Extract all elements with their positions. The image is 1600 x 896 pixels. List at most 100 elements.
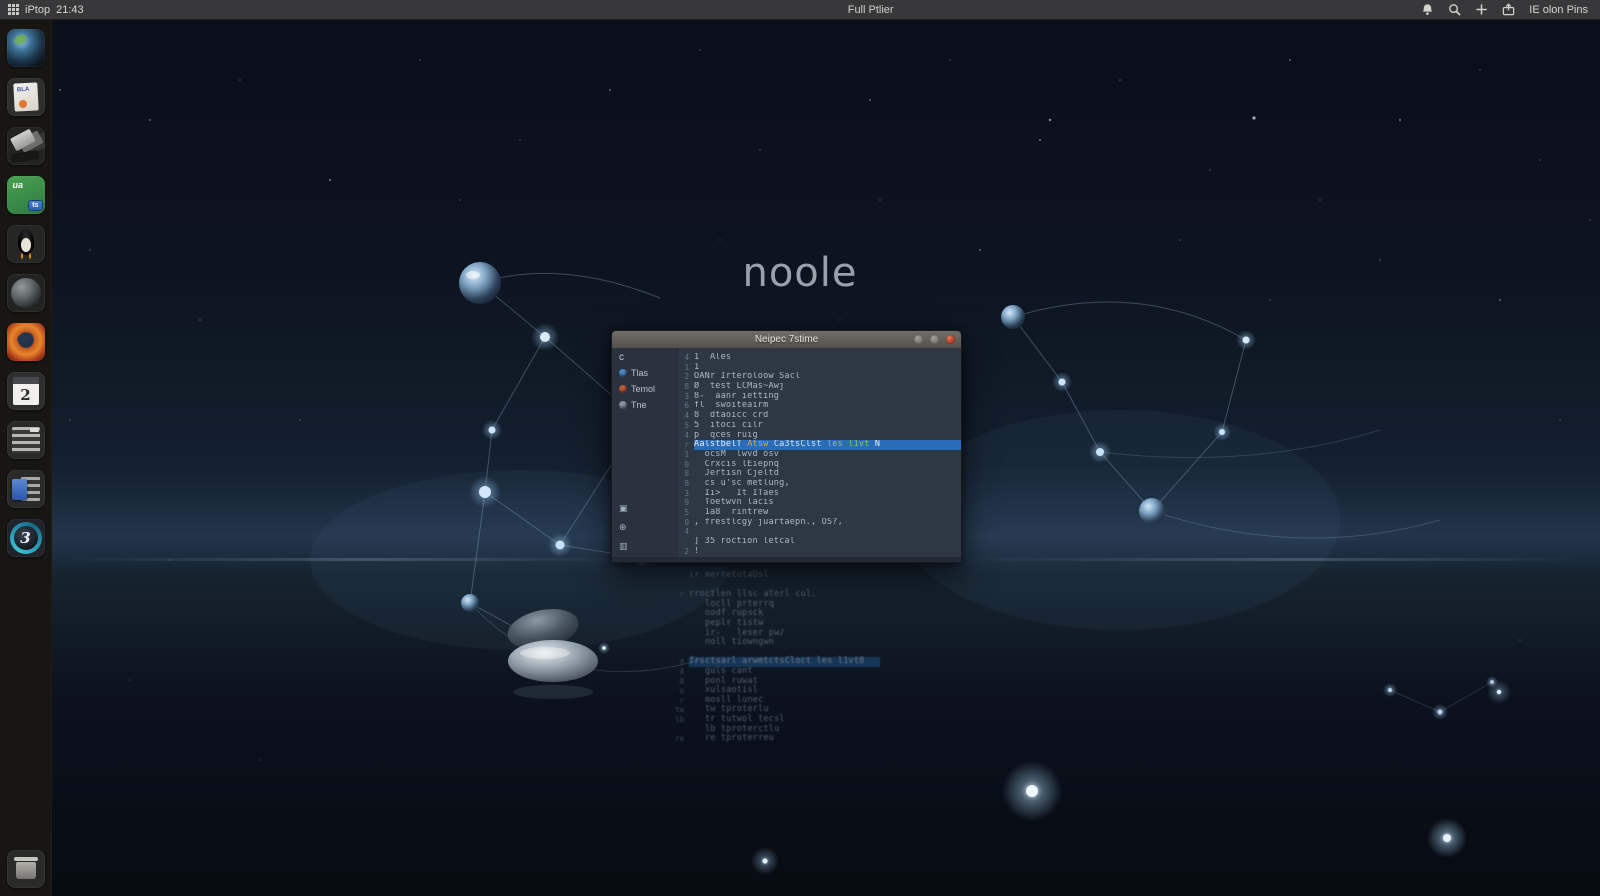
text-editor-icon [6,421,45,459]
back-icon[interactable]: c [619,352,677,363]
code-editor[interactable]: 41 Ales 1 1 2 OANr Irteroloow Sacl 8 Ø test LC… [678,348,961,557]
code-line[interactable]: 11 [680,363,961,373]
close-button[interactable] [946,335,955,344]
topbar-app-name[interactable]: iPtop [25,4,50,16]
line-text: cs u'sc metlung, [694,478,790,488]
reflection-line-number: tw [674,705,684,715]
code-line[interactable]: 0 , frestlcgy juartaepn., OS?, [680,518,961,528]
dev-tool-glyph: ua [12,180,24,190]
columns-icon[interactable]: ▥ [619,541,677,552]
sidebar-item-tne[interactable]: Tne [619,400,677,410]
line-number: 8 [684,382,689,392]
line-text: ] 35 roction letcal [694,537,796,547]
code-line-selected[interactable]: r AalstbelT Atsw Ca3tsClst les l1vt N [680,440,961,450]
reflection-line-number: r [679,590,684,600]
code-line[interactable]: 2 OANr Irteroloow Sacl [680,372,961,382]
reflection-line-text: ir mertetotaUsl [689,570,769,580]
dock-item-sphere-app[interactable] [6,274,45,312]
line-number: 5 [684,508,689,517]
document-app-icon: BLA [6,78,45,116]
bell-icon[interactable] [1421,3,1434,16]
line-number: 0 [684,517,689,527]
app-grid-icon[interactable] [8,4,19,15]
maximize-button[interactable] [930,335,939,344]
flame-orange-icon [619,385,627,393]
code-line[interactable]: 8 cs u'sc metlung, [680,479,961,489]
doc-gray-icon [619,401,627,409]
linux-tux-icon [6,225,45,263]
line-text: 1a8 rintrew [694,508,769,517]
calendar-app-glyph: 2 [20,385,31,404]
code-line[interactable]: 5 5 itoci cilr [680,421,961,431]
code-line[interactable]: 3 Ii> It ITaes [680,489,961,499]
reflection-line: re re tproterreu [672,733,972,744]
window-body: c Tlas Temol Tne ▣ ⊕ ▥ 41 Ales 1 1 2 OANr Irtero… [612,348,961,557]
line-number: 0 [684,459,689,469]
search-icon[interactable] [1448,3,1461,16]
line-text: 5 itoci cilr [694,420,764,430]
code-line[interactable]: 0 Crxcis lEiepnq [680,460,961,470]
line-number: 1 [684,449,689,459]
document-app-glyph: BLA [16,86,29,94]
line-text: 8- aanr ietting [694,391,780,401]
line-text: 8 dtaoicc crd [694,411,769,421]
dock-item-web-browser[interactable] [6,29,45,67]
dock-item-document-app[interactable]: BLA [6,78,45,116]
topbar-title: Full Ptlier [847,3,894,16]
line-number: 6 [684,401,689,411]
dock-item-dev-tool[interactable]: ua ts [6,176,45,214]
reflection-line-number: d [679,657,684,667]
dock-item-calendar-app[interactable]: 2 [6,372,45,410]
editor-window: Neipec 7stime c Tlas Temol Tne ▣ ⊕ ▥ 4 1 Ales… [611,330,962,563]
code-line[interactable]: 2! [680,547,961,557]
code-line[interactable]: 1 ocsM lwvd osv [680,450,961,460]
files-app-icon [6,127,45,165]
sphere-blue-icon [619,369,627,377]
code-line[interactable]: 4 p qces ruig [680,431,961,441]
reflection-line-number: u [679,686,684,696]
dock-item-clock-app[interactable]: 3 [6,519,45,557]
code-line[interactable]: 8 Jertisn Cjeltd [680,469,961,479]
topbar-status-label[interactable]: IE olon Pins [1529,4,1588,16]
share-icon[interactable] [1502,3,1515,16]
code-line[interactable]: 8 Ø test LCMas~Awj [680,382,961,392]
sidebar-item-temol[interactable]: Temol [619,384,677,394]
globe-icon[interactable]: ⊕ [619,522,677,533]
code-line[interactable]: ] 35 roction letcal [680,537,961,547]
sidebar-item-tlas[interactable]: Tlas [619,368,677,378]
code-line[interactable]: 4 1 Ales [680,353,961,363]
top-menubar: iPtop 21:43 Full Ptlier IE olon Pins [0,0,1600,20]
reflection-line-number [672,638,684,648]
reflection-line-number [672,725,684,735]
dock-item-linux-tux[interactable] [6,225,45,263]
code-token: Ca3tsClst [773,440,827,450]
plus-icon[interactable] [1475,3,1488,16]
code-line[interactable]: 4 [680,527,961,537]
frame-icon[interactable]: ▣ [619,503,677,514]
topbar-clock[interactable]: 21:43 [56,4,84,16]
line-number: 3 [684,391,689,401]
minimize-button[interactable] [914,335,923,344]
launcher-dock: BLA ua ts 2 3 [0,20,52,896]
sidebar-item-label: Tne [631,400,647,410]
code-line[interactable]: 6 fl swoiteairm [680,401,961,411]
code-line[interactable]: 4 8 dtaoicc crd [680,411,961,421]
window-controls [914,335,955,344]
dock-item-files-app[interactable] [6,127,45,165]
code-line[interactable]: 5 1a8 rintrew [680,508,961,518]
line-number: 3 [684,488,689,498]
line-text: OANr Irteroloow Sacl [694,372,801,382]
sidebar-footer-icons: ▣ ⊕ ▥ [619,503,677,552]
dock-item-firefox-browser[interactable] [6,323,45,361]
code-line[interactable]: 9 Toetwvn lacis [680,498,961,508]
reflection-line-number [672,600,684,610]
window-titlebar[interactable]: Neipec 7stime [612,331,961,348]
line-number: 5 [684,420,689,430]
dock-item-word-processor[interactable] [6,470,45,508]
code-token: les l1vt [826,440,875,450]
code-line[interactable]: 3 8- aanr ietting [680,392,961,402]
dock-item-text-editor[interactable] [6,421,45,459]
dock-item-trash[interactable] [6,850,45,888]
reflection-line-number [672,619,684,629]
dev-tool-icon: ua ts [6,176,45,214]
